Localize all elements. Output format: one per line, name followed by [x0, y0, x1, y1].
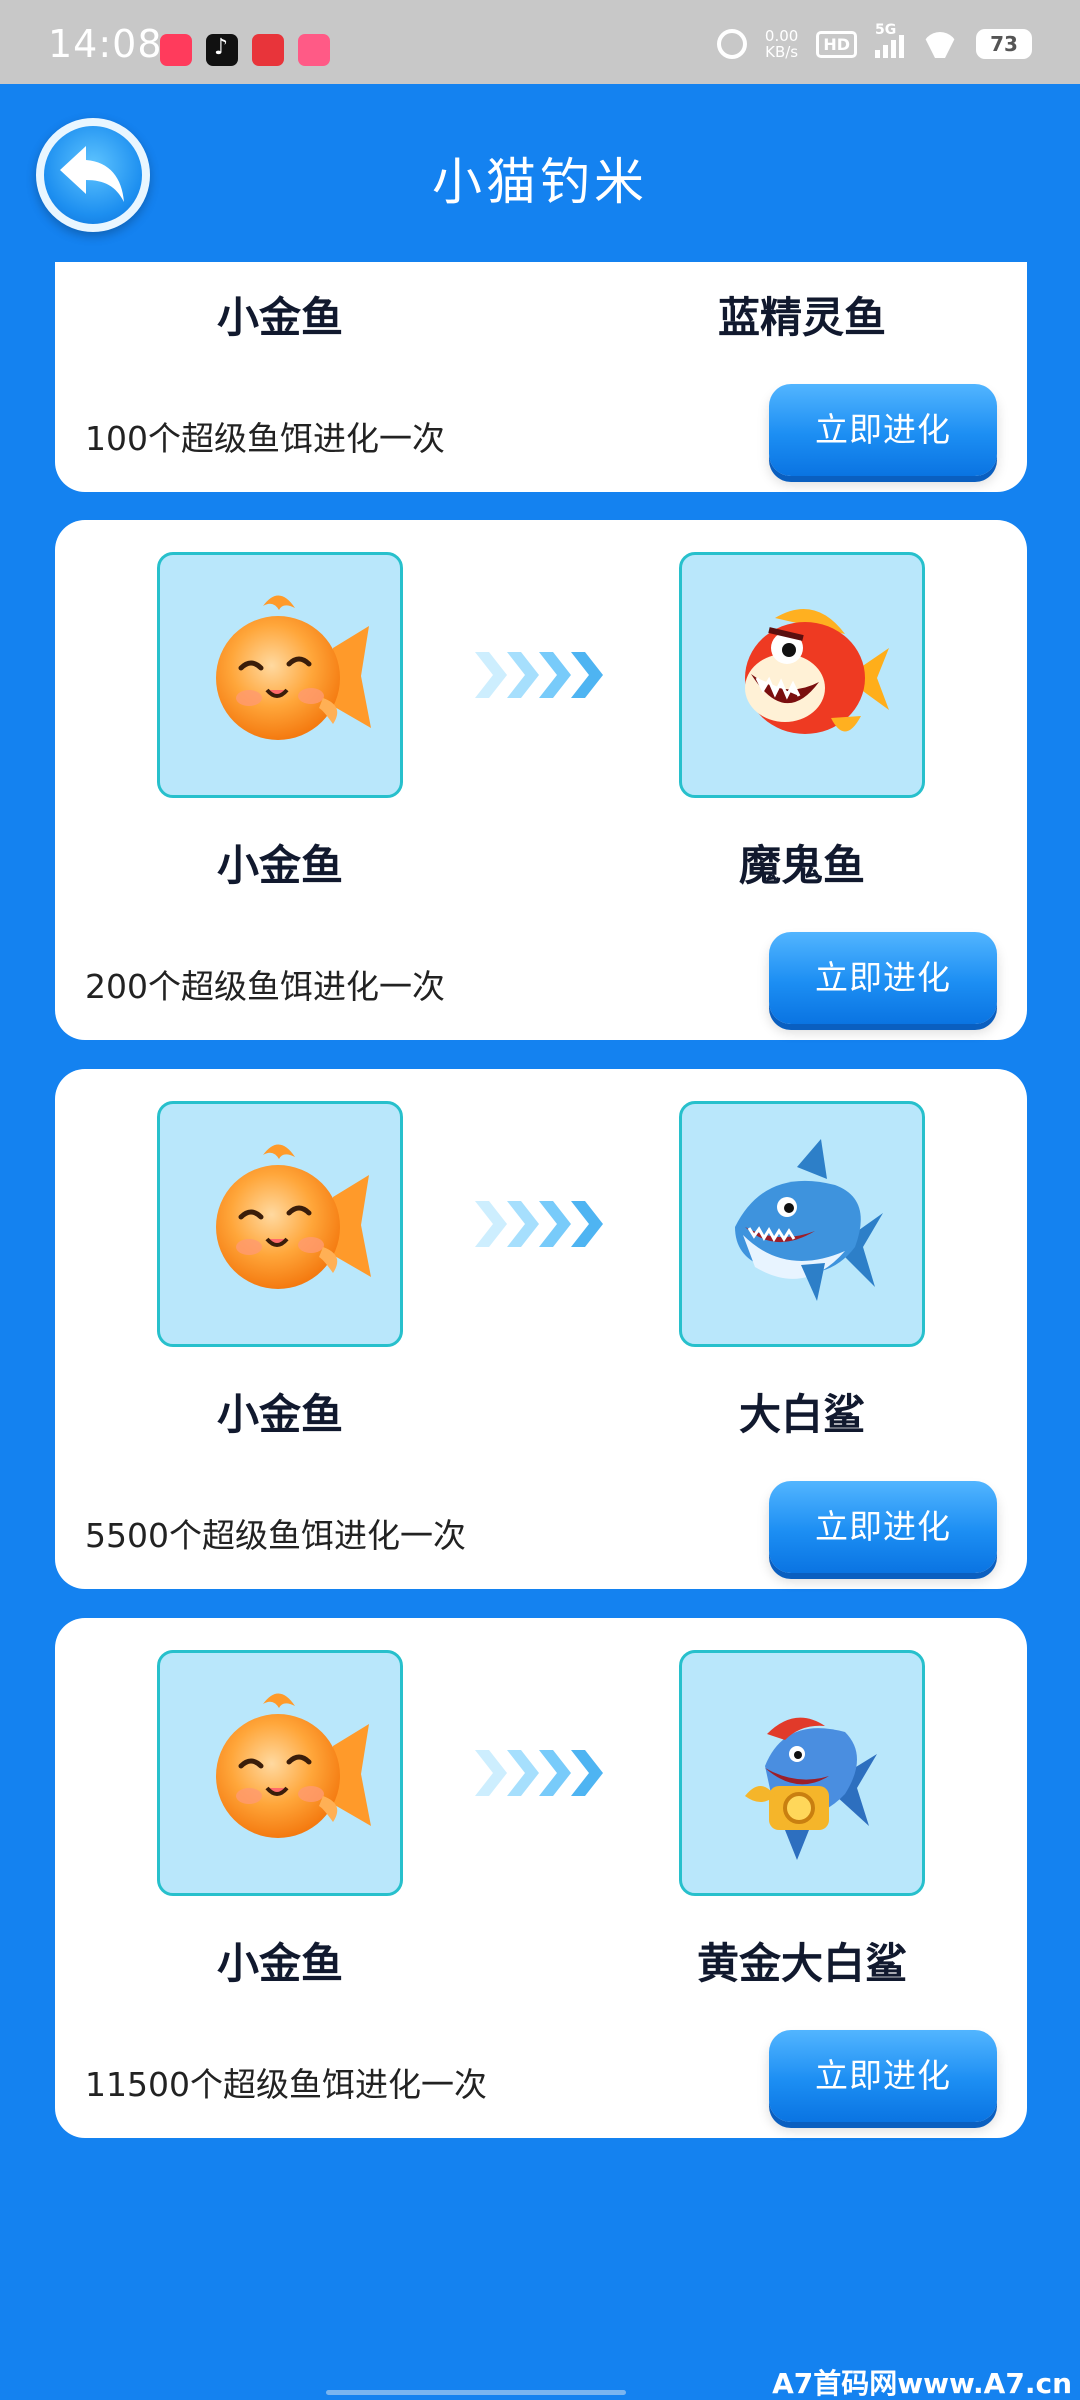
- battery-icon: 73: [976, 29, 1032, 59]
- evolve-now-button[interactable]: 立即进化: [769, 932, 997, 1024]
- notification-icons: [160, 34, 330, 66]
- evolve-now-button[interactable]: 立即进化: [769, 384, 997, 476]
- status-right: 0.00 KB/s HD 5G 73: [716, 22, 1032, 60]
- from-fish-name: 小金鱼: [216, 1939, 343, 1988]
- evolve-arrows-icon: [473, 646, 609, 704]
- app-notification-icon: [298, 34, 330, 66]
- evolution-card: 小金鱼 蓝精灵鱼 100个超级鱼饵进化一次 立即进化: [55, 262, 1027, 492]
- goldfish-icon: [183, 1676, 383, 1876]
- to-fish-name: 大白鲨: [738, 1390, 865, 1439]
- evolve-arrows-icon: [473, 1195, 609, 1253]
- evolve-cost-text: 200个超级鱼饵进化一次: [85, 967, 445, 1006]
- status-bar: 14:08 0.00 KB/s HD 5G 73: [0, 0, 1080, 84]
- net-speed-value: 0.00: [764, 27, 799, 45]
- hd-badge: HD: [816, 30, 857, 58]
- evolve-arrows-icon: [473, 1744, 609, 1802]
- evolution-list[interactable]: 小金鱼 蓝精灵鱼 100个超级鱼饵进化一次 立即进化 小金鱼 魔鬼鱼 200个超…: [0, 262, 1080, 2400]
- from-fish-name: 小金鱼: [216, 1390, 343, 1439]
- from-fish-name: 小金鱼: [216, 841, 343, 890]
- evolve-cost-text: 11500个超级鱼饵进化一次: [85, 2065, 487, 2104]
- watermark: A7首码网www.A7.cn: [772, 2367, 1072, 2400]
- devil-fish-icon: [705, 578, 905, 778]
- evolve-now-button[interactable]: 立即进化: [769, 2030, 997, 2122]
- from-fish-name: 小金鱼: [216, 293, 343, 342]
- header: 小猫钓米: [0, 84, 1080, 262]
- evolution-card: 小金鱼 大白鲨 5500个超级鱼饵进化一次 立即进化: [55, 1069, 1027, 1589]
- evolution-card: 小金鱼 魔鬼鱼 200个超级鱼饵进化一次 立即进化: [55, 520, 1027, 1040]
- to-fish-tile: [679, 1101, 925, 1347]
- evolution-card: 小金鱼 黄金大白鲨 11500个超级鱼饵进化一次 立即进化: [55, 1618, 1027, 2138]
- from-fish-tile: [157, 1101, 403, 1347]
- signal-icon: 5G: [875, 22, 904, 58]
- evolve-cost-text: 100个超级鱼饵进化一次: [85, 419, 445, 458]
- alarm-icon: [716, 29, 747, 59]
- status-time: 14:08: [48, 22, 163, 66]
- network-type: 5G: [875, 22, 897, 38]
- great-white-shark-icon: [705, 1127, 905, 1327]
- douyin-icon: [206, 34, 238, 66]
- net-speed-unit: KB/s: [765, 43, 799, 61]
- from-fish-tile: [157, 1650, 403, 1896]
- to-fish-name: 黄金大白鲨: [696, 1939, 907, 1988]
- to-fish-name: 蓝精灵鱼: [717, 293, 886, 342]
- evolve-cost-text: 5500个超级鱼饵进化一次: [85, 1516, 466, 1555]
- app-notification-icon: [160, 34, 192, 66]
- wifi-icon: [922, 30, 958, 58]
- from-fish-tile: [157, 552, 403, 798]
- net-speed: 0.00 KB/s: [765, 28, 798, 60]
- goldfish-icon: [183, 578, 383, 778]
- to-fish-name: 魔鬼鱼: [738, 841, 865, 890]
- to-fish-tile: [679, 1650, 925, 1896]
- page-title: 小猫钓米: [432, 153, 648, 211]
- to-fish-tile: [679, 552, 925, 798]
- toutiao-icon: [252, 34, 284, 66]
- goldfish-icon: [183, 1127, 383, 1327]
- home-indicator[interactable]: [326, 2390, 626, 2395]
- golden-shark-icon: [705, 1676, 905, 1876]
- evolve-now-button[interactable]: 立即进化: [769, 1481, 997, 1573]
